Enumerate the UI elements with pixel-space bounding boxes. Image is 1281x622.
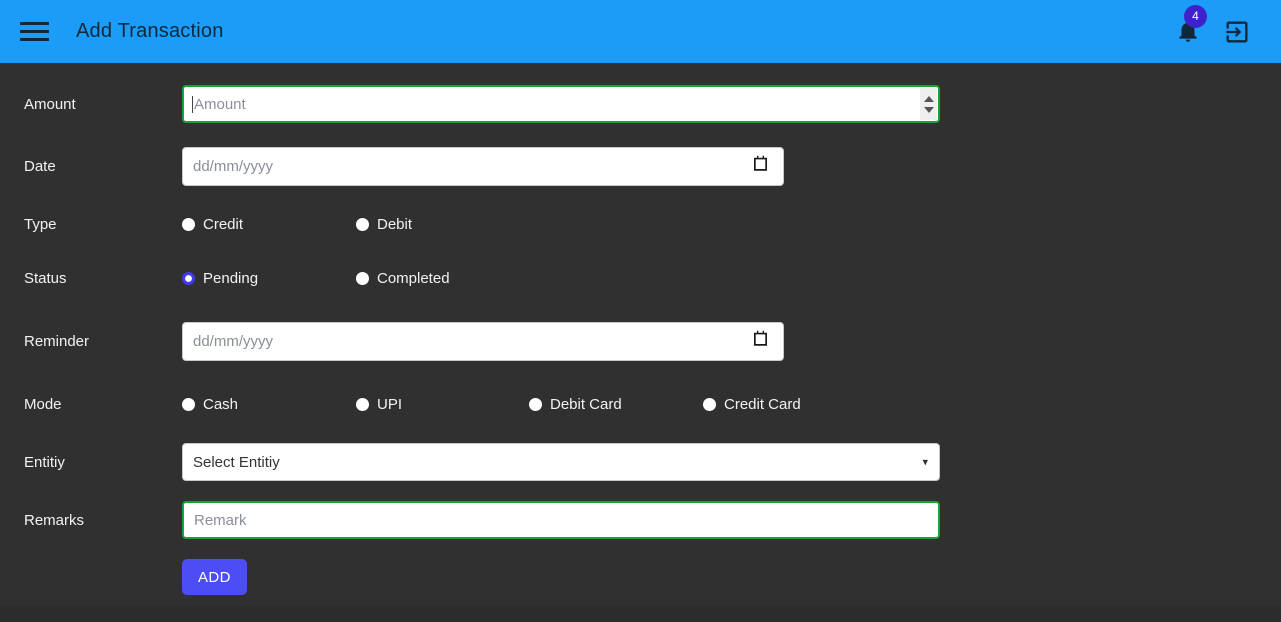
remarks-label: Remarks	[24, 511, 85, 529]
type-option-label: Debit	[377, 215, 413, 233]
form-row-amount: Amount Amount	[0, 73, 1281, 135]
footer-strip	[0, 606, 1281, 622]
header-actions: 4	[1175, 4, 1265, 47]
form-row-remarks: Remarks	[0, 493, 1281, 547]
submit-wrapper: ADD	[182, 559, 247, 595]
stepper-down-icon[interactable]	[923, 106, 934, 113]
remarks-field-wrapper	[182, 501, 940, 539]
hamburger-bar	[20, 30, 49, 33]
entity-select-wrapper: Select Entitiy ▾	[182, 443, 940, 481]
mode-option-cash[interactable]: Cash	[182, 396, 356, 413]
reminder-placeholder: dd/mm/yyyy	[193, 332, 274, 350]
notification-badge: 4	[1184, 4, 1207, 28]
mode-option-credit-card[interactable]: Credit Card	[703, 396, 801, 413]
entity-select[interactable]: Select Entitiy	[182, 443, 940, 481]
amount-number-stepper[interactable]	[920, 88, 937, 120]
radio-button-icon[interactable]	[529, 397, 542, 411]
form-row-date: Date dd/mm/yyyy	[0, 135, 1281, 197]
type-radio-group: Credit Debit	[182, 216, 412, 233]
mode-option-label: UPI	[377, 395, 403, 413]
radio-button-icon[interactable]	[182, 397, 195, 411]
hamburger-bar	[20, 38, 49, 41]
mode-label: Mode	[24, 395, 62, 413]
hamburger-bar	[20, 22, 49, 25]
form-row-mode: Mode Cash UPI Debit Card Credit Card	[0, 377, 1281, 431]
type-label: Type	[24, 215, 57, 233]
app-header: Add Transaction 4	[0, 0, 1281, 63]
type-option-label: Credit	[203, 215, 244, 233]
mode-radio-group: Cash UPI Debit Card Credit Card	[182, 396, 801, 413]
radio-button-icon[interactable]	[356, 397, 369, 411]
form-row-type: Type Credit Debit	[0, 197, 1281, 251]
mode-option-label: Cash	[203, 395, 239, 413]
stepper-up-icon[interactable]	[923, 95, 934, 102]
type-option-credit[interactable]: Credit	[182, 216, 356, 233]
status-option-label: Completed	[377, 269, 450, 287]
date-field-wrapper: dd/mm/yyyy	[182, 146, 784, 186]
page-title: Add Transaction	[76, 20, 224, 42]
logout-button[interactable]	[1223, 18, 1251, 46]
status-label: Status	[24, 269, 67, 287]
reminder-field-wrapper: dd/mm/yyyy	[182, 321, 784, 361]
calendar-icon[interactable]	[752, 155, 769, 178]
radio-button-icon[interactable]	[356, 271, 369, 285]
amount-input[interactable]: Amount	[182, 85, 940, 123]
form-row-status: Status Pending Completed	[0, 251, 1281, 305]
status-option-completed[interactable]: Completed	[356, 270, 450, 287]
status-radio-group: Pending Completed	[182, 270, 450, 287]
mode-option-label: Credit Card	[724, 395, 801, 413]
amount-placeholder: Amount	[194, 95, 246, 113]
amount-label: Amount	[24, 95, 76, 113]
date-placeholder: dd/mm/yyyy	[193, 157, 274, 175]
add-transaction-form: Amount Amount Date dd/mm/yyyy Type Credi…	[0, 63, 1281, 607]
entity-label: Entitiy	[24, 453, 65, 471]
date-input[interactable]: dd/mm/yyyy	[182, 146, 784, 186]
status-option-pending[interactable]: Pending	[182, 270, 356, 287]
reminder-input[interactable]: dd/mm/yyyy	[182, 321, 784, 361]
hamburger-menu-icon[interactable]	[20, 17, 50, 47]
logout-icon	[1226, 21, 1248, 42]
remarks-input[interactable]	[182, 501, 940, 539]
radio-button-icon[interactable]	[356, 217, 369, 231]
status-option-label: Pending	[203, 269, 259, 287]
form-row-reminder: Reminder dd/mm/yyyy	[0, 305, 1281, 377]
mode-option-upi[interactable]: UPI	[356, 396, 529, 413]
radio-button-icon[interactable]	[182, 217, 195, 231]
calendar-icon[interactable]	[752, 330, 769, 353]
radio-button-icon[interactable]	[703, 397, 716, 411]
notification-bell-button[interactable]: 4	[1175, 4, 1207, 47]
entity-field-wrapper: Select Entitiy ▾	[182, 443, 940, 481]
form-row-submit: ADD	[0, 547, 1281, 607]
mode-option-debit-card[interactable]: Debit Card	[529, 396, 703, 413]
date-label: Date	[24, 157, 56, 175]
reminder-label: Reminder	[24, 332, 90, 350]
form-row-entity: Entitiy Select Entitiy ▾	[0, 431, 1281, 493]
add-button[interactable]: ADD	[182, 559, 247, 595]
mode-option-label: Debit Card	[550, 395, 622, 413]
radio-button-icon-checked[interactable]	[182, 271, 195, 285]
text-caret	[192, 95, 193, 113]
type-option-debit[interactable]: Debit	[356, 216, 412, 233]
amount-field-wrapper: Amount	[182, 85, 940, 123]
